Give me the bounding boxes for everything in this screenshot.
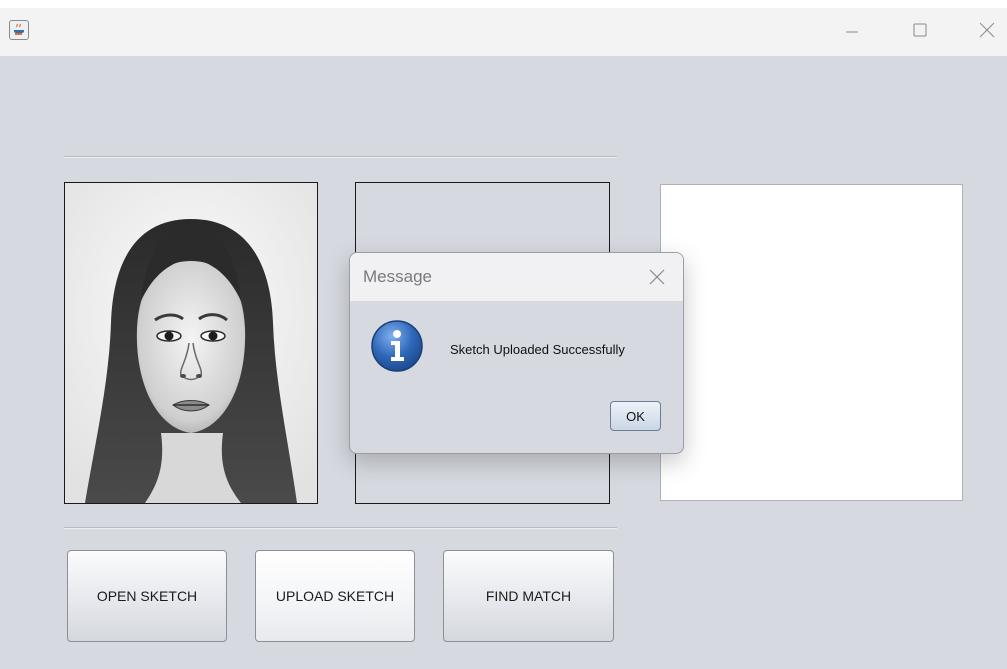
info-icon xyxy=(371,320,423,372)
dialog-header: Message xyxy=(350,253,683,301)
upload-sketch-button[interactable]: UPLOAD SKETCH xyxy=(255,550,415,642)
match-result-panel xyxy=(660,184,963,501)
message-dialog: Message Sketch Uploaded Successfully OK xyxy=(349,252,684,454)
minimize-icon xyxy=(846,31,858,33)
window-titlebar xyxy=(0,0,1007,56)
separator-top xyxy=(64,156,617,158)
open-sketch-button[interactable]: OPEN SKETCH xyxy=(67,550,227,642)
ok-button[interactable]: OK xyxy=(610,401,661,431)
dialog-title: Message xyxy=(363,267,432,286)
pencil-sketch-portrait xyxy=(65,183,317,503)
close-icon[interactable] xyxy=(646,266,668,288)
close-icon xyxy=(979,22,995,38)
java-cup-icon[interactable] xyxy=(9,20,29,40)
close-button[interactable] xyxy=(975,18,999,42)
title-strip xyxy=(0,0,1007,8)
separator-bottom xyxy=(64,527,617,529)
sketch-image-panel xyxy=(64,182,318,504)
find-match-button[interactable]: FIND MATCH xyxy=(443,550,614,642)
maximize-icon xyxy=(913,23,927,37)
dialog-message: Sketch Uploaded Successfully xyxy=(450,342,625,357)
minimize-button[interactable] xyxy=(840,18,864,42)
maximize-button[interactable] xyxy=(908,18,932,42)
